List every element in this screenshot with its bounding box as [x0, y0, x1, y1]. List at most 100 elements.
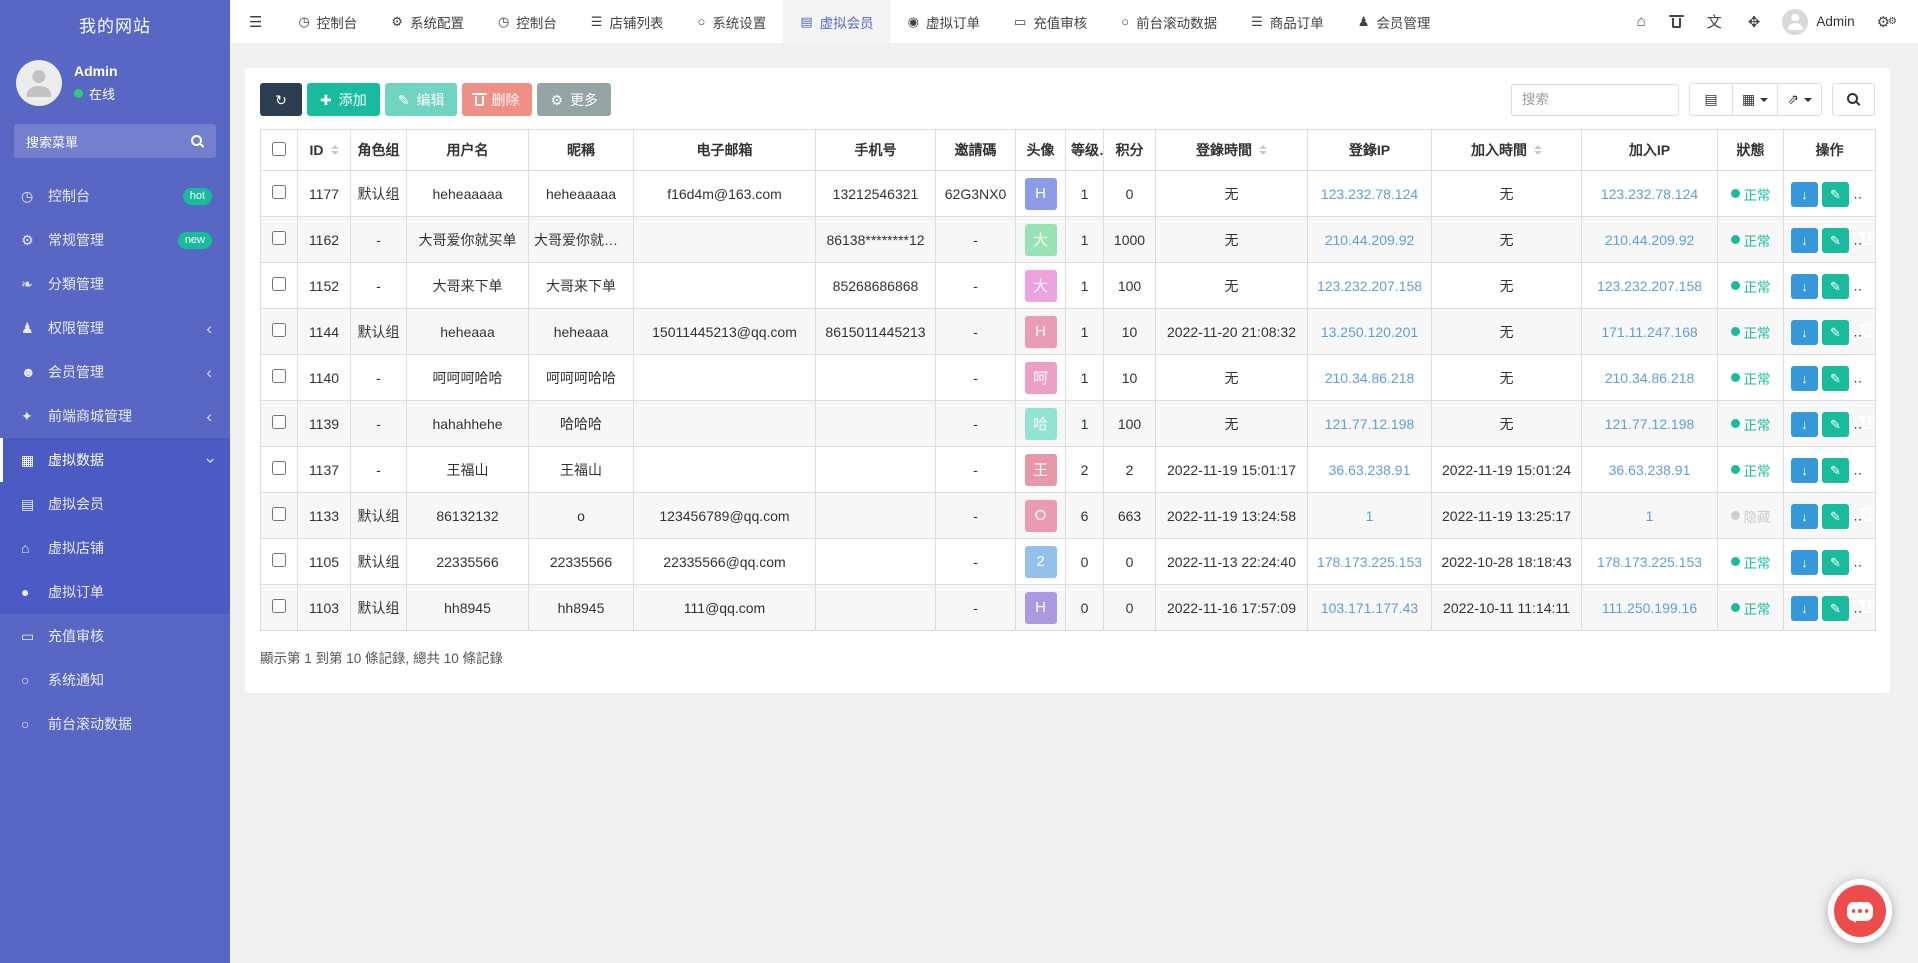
edit-row-button[interactable]: ✎: [1822, 320, 1849, 345]
ip-link[interactable]: 36.63.238.91: [1329, 462, 1411, 478]
download-row-button[interactable]: ↓: [1791, 550, 1818, 575]
edit-row-button[interactable]: ✎: [1822, 550, 1849, 575]
edit-row-button[interactable]: ✎: [1822, 274, 1849, 299]
sidebar-item-virtual-shop[interactable]: ⌂虚拟店铺: [0, 526, 230, 570]
ip-link[interactable]: 111.250.199.16: [1602, 600, 1697, 616]
download-row-button[interactable]: ↓: [1791, 274, 1818, 299]
row-checkbox[interactable]: [272, 231, 286, 245]
ip-link[interactable]: 123.232.78.124: [1601, 186, 1698, 202]
tab-console-1[interactable]: ◷控制台: [281, 0, 374, 43]
tab-console-2[interactable]: ◷控制台: [481, 0, 574, 43]
ip-link[interactable]: 121.77.12.198: [1325, 416, 1415, 432]
menu-toggle-icon[interactable]: ☰: [230, 0, 281, 43]
more-button[interactable]: ⚙更多: [537, 83, 611, 116]
refresh-button[interactable]: ↻: [260, 83, 302, 116]
fullscreen-icon[interactable]: ✥: [1735, 0, 1774, 43]
tab-front-scroll[interactable]: ○前台滚动数据: [1104, 0, 1234, 43]
ip-link[interactable]: 36.63.238.91: [1609, 462, 1691, 478]
tab-shop-list[interactable]: ☰店铺列表: [574, 0, 681, 43]
sidebar-item-system-notice[interactable]: ○系统通知: [0, 658, 230, 702]
edit-row-button[interactable]: ✎: [1822, 458, 1849, 483]
delete-button[interactable]: 删除: [462, 83, 532, 116]
sidebar-item-recharge-audit[interactable]: ▭充值审核: [0, 614, 230, 658]
home-icon[interactable]: ⌂: [1624, 0, 1659, 43]
ip-link[interactable]: 210.34.86.218: [1605, 370, 1695, 386]
sidebar-item-member-manage[interactable]: ☻会员管理‹: [0, 350, 230, 394]
ip-link[interactable]: 1: [1366, 508, 1374, 524]
tab-goods-order[interactable]: ☰商品订单: [1234, 0, 1341, 43]
sidebar-item-virtual-order[interactable]: ●虚拟订单: [0, 570, 230, 614]
trash-icon[interactable]: [1659, 0, 1694, 43]
edit-button[interactable]: ✎编辑: [385, 83, 458, 116]
sidebar-item-front-mall[interactable]: ✦前端商城管理‹: [0, 394, 230, 438]
chat-button[interactable]: [1828, 879, 1892, 943]
download-row-button[interactable]: ↓: [1791, 596, 1818, 621]
row-checkbox[interactable]: [272, 277, 286, 291]
edit-row-button[interactable]: ✎: [1822, 182, 1849, 207]
download-row-button[interactable]: ↓: [1791, 458, 1818, 483]
row-checkbox[interactable]: [272, 553, 286, 567]
edit-row-button[interactable]: ✎: [1822, 504, 1849, 529]
col-header-join_time[interactable]: 加入時間: [1432, 130, 1582, 171]
ip-link[interactable]: 103.171.177.43: [1321, 600, 1418, 616]
row-checkbox[interactable]: [272, 599, 286, 613]
columns-button[interactable]: ▦: [1732, 83, 1778, 116]
translate-icon[interactable]: 文: [1694, 0, 1735, 43]
export-button[interactable]: ⇗: [1777, 83, 1822, 116]
add-button[interactable]: ✚添加: [307, 83, 380, 116]
tab-system-config[interactable]: ⚙系统配置: [374, 0, 481, 43]
ip-link[interactable]: 171.11.247.168: [1601, 324, 1697, 340]
sidebar-item-front-scroll[interactable]: ○前台滚动数据: [0, 702, 230, 746]
edit-row-button[interactable]: ✎: [1822, 596, 1849, 621]
cell-join_time: 2022-10-28 18:18:43: [1432, 539, 1582, 585]
search-button[interactable]: [1832, 83, 1875, 116]
edit-row-button[interactable]: ✎: [1822, 412, 1849, 437]
row-checkbox[interactable]: [272, 323, 286, 337]
ip-link[interactable]: 123.232.207.158: [1317, 278, 1422, 294]
ip-link[interactable]: 210.44.209.92: [1325, 232, 1415, 248]
ip-link[interactable]: 210.44.209.92: [1605, 232, 1695, 248]
tab-virtual-order[interactable]: ◉虚拟订单: [891, 0, 997, 43]
settings-icon[interactable]: ⚙⚙: [1864, 0, 1910, 43]
ip-link[interactable]: 178.173.225.153: [1597, 554, 1702, 570]
col-header-login_time[interactable]: 登錄時間: [1156, 130, 1308, 171]
tab-recharge-audit[interactable]: ▭充值审核: [997, 0, 1104, 43]
sidebar-menu-search-input[interactable]: 搜索菜單: [14, 124, 216, 158]
ip-link[interactable]: 1: [1646, 508, 1654, 524]
sidebar-item-virtual-data[interactable]: ▦虚拟数据‹: [0, 438, 230, 482]
download-row-button[interactable]: ↓: [1791, 320, 1818, 345]
download-row-button[interactable]: ↓: [1791, 412, 1818, 437]
row-checkbox[interactable]: [272, 461, 286, 475]
gear-icon: ⚙: [391, 14, 403, 30]
sidebar-item-virtual-member[interactable]: ▤虚拟会员: [0, 482, 230, 526]
ip-link[interactable]: 178.173.225.153: [1317, 554, 1422, 570]
download-row-button[interactable]: ↓: [1791, 504, 1818, 529]
download-row-button[interactable]: ↓: [1791, 366, 1818, 391]
ip-link[interactable]: 210.34.86.218: [1325, 370, 1415, 386]
row-checkbox[interactable]: [272, 369, 286, 383]
select-all-checkbox[interactable]: [272, 142, 286, 156]
download-row-button[interactable]: ↓: [1791, 228, 1818, 253]
col-header-id[interactable]: ID: [298, 130, 351, 171]
ip-link[interactable]: 123.232.78.124: [1321, 186, 1418, 202]
sidebar-item-console[interactable]: ◷控制台hot: [0, 174, 230, 218]
row-checkbox[interactable]: [272, 507, 286, 521]
navbar-user-menu[interactable]: Admin: [1773, 9, 1863, 35]
ip-link[interactable]: 13.250.120.201: [1321, 324, 1418, 340]
download-row-button[interactable]: ↓: [1791, 182, 1818, 207]
tab-member-manage[interactable]: ♟会员管理: [1341, 0, 1448, 43]
circle-o-icon: ○: [1121, 14, 1129, 29]
row-checkbox[interactable]: [272, 415, 286, 429]
edit-row-button[interactable]: ✎: [1822, 228, 1849, 253]
detail-view-button[interactable]: ▤: [1689, 83, 1733, 116]
ip-link[interactable]: 123.232.207.158: [1597, 278, 1702, 294]
table-search-input[interactable]: [1511, 84, 1679, 116]
edit-row-button[interactable]: ✎: [1822, 366, 1849, 391]
tab-virtual-member[interactable]: ▤虚拟会员: [783, 0, 890, 43]
sidebar-item-general-manage[interactable]: ⚙常规管理new: [0, 218, 230, 262]
sidebar-item-auth-manage[interactable]: ♟权限管理‹: [0, 306, 230, 350]
ip-link[interactable]: 121.77.12.198: [1605, 416, 1695, 432]
sidebar-item-category-manage[interactable]: ❧分類管理: [0, 262, 230, 306]
row-checkbox[interactable]: [272, 185, 286, 199]
tab-system-setting[interactable]: ○系统设置: [680, 0, 783, 43]
